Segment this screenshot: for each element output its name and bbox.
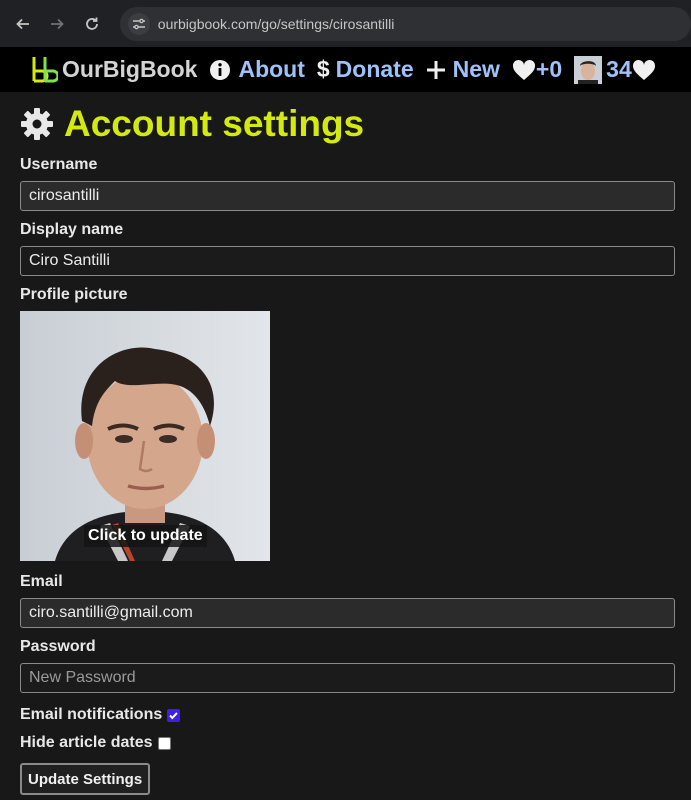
donate-label: Donate [335, 56, 414, 82]
avatar [574, 55, 603, 84]
email-notifications-label: Email notifications [20, 706, 163, 723]
browser-toolbar: ourbigbook.com/go/settings/cirosantilli [0, 0, 691, 47]
password-input[interactable] [20, 663, 675, 693]
reload-icon [86, 17, 98, 30]
username-label: Username [20, 156, 98, 173]
profile-picture-upload[interactable]: Click to update [20, 311, 270, 561]
profile-picture-label: Profile picture [20, 286, 128, 303]
hide-article-dates-checkbox[interactable] [157, 736, 171, 750]
info-icon [210, 59, 231, 80]
settings-page: Account settings Username Display name P… [0, 92, 691, 795]
url-text: ourbigbook.com/go/settings/cirosantilli [157, 15, 395, 32]
display-name-input[interactable] [20, 246, 675, 276]
email-label: Email [20, 573, 63, 590]
hide-article-dates-row: Hide article dates [20, 731, 675, 755]
password-label: Password [20, 638, 96, 655]
about-link[interactable]: About [209, 56, 305, 83]
email-notifications-checkbox[interactable] [167, 708, 181, 722]
back-button[interactable] [10, 11, 36, 37]
site-info-button[interactable] [127, 12, 150, 35]
new-article-link[interactable]: New [426, 56, 500, 83]
likes-received-count: +0 [535, 56, 563, 82]
reload-button[interactable] [79, 11, 105, 37]
donate-link[interactable]: $ Donate [317, 56, 414, 83]
heart-icon [632, 59, 655, 80]
email-notifications-row: Email notifications [20, 703, 675, 727]
dollar-icon: $ [316, 56, 330, 82]
page-title: Account settings [64, 103, 365, 144]
brand-link[interactable]: OurBigBook [30, 55, 197, 85]
likes-received-link[interactable]: +0 [512, 56, 562, 83]
page-title-row: Account settings [20, 100, 675, 148]
email-input[interactable] [20, 598, 675, 628]
ourbigbook-logo-icon [32, 56, 58, 82]
about-label: About [238, 56, 305, 82]
profile-photo [20, 311, 270, 561]
arrow-left-icon [16, 18, 29, 29]
update-settings-button[interactable]: Update Settings [20, 763, 151, 795]
address-bar[interactable]: ourbigbook.com/go/settings/cirosantilli [119, 6, 691, 41]
username-input[interactable] [20, 181, 675, 211]
display-name-label: Display name [20, 221, 124, 238]
checkmark-icon [169, 711, 178, 719]
forward-button[interactable] [45, 11, 71, 37]
new-label: New [452, 56, 500, 82]
site-navbar: OurBigBook About $ Donate New +0 34 [0, 47, 691, 92]
hide-article-dates-label: Hide article dates [20, 734, 153, 751]
heart-icon [512, 59, 535, 80]
user-profile-link[interactable]: 34 [574, 55, 656, 84]
user-score: 34 [606, 56, 632, 82]
plus-icon [426, 60, 445, 79]
click-to-update-overlay[interactable]: Click to update [84, 525, 207, 547]
tune-icon [132, 18, 145, 29]
arrow-right-icon [51, 18, 65, 29]
gear-icon [21, 108, 53, 140]
brand-name: OurBigBook [62, 56, 198, 82]
